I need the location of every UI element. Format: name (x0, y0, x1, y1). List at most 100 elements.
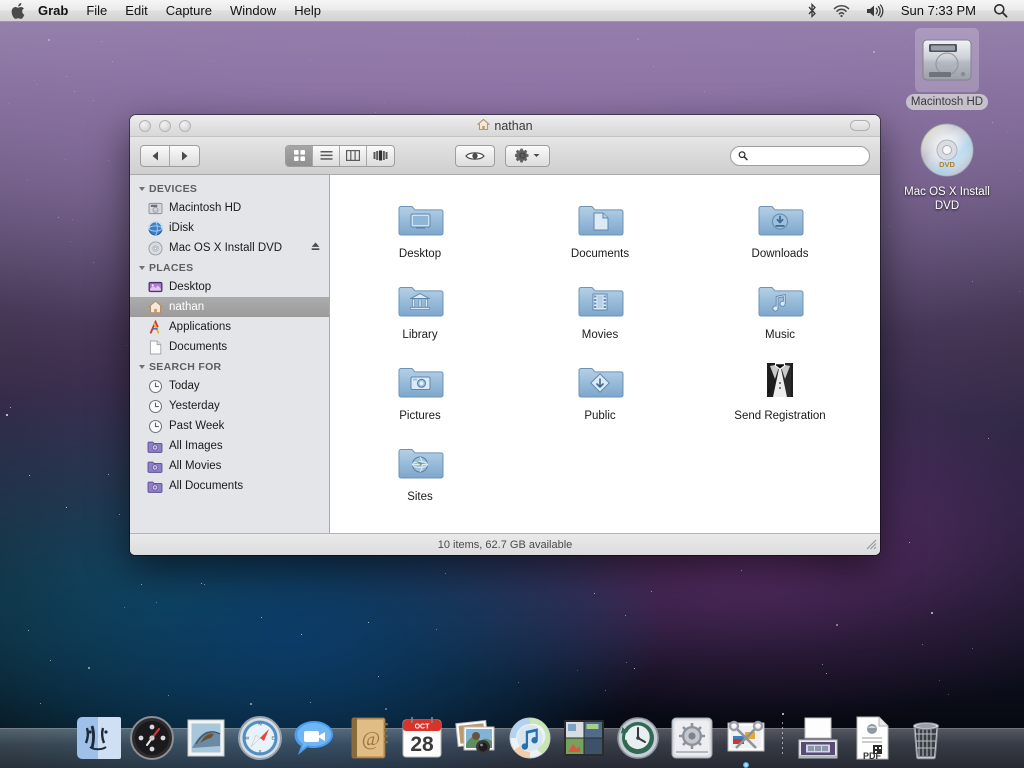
list-view-button[interactable] (313, 146, 340, 166)
finder-sidebar[interactable]: DEVICES Macintosh HD iDisk Mac OS X Install… (130, 175, 330, 533)
dock-item-trash[interactable] (902, 714, 950, 762)
menubar-clock[interactable]: Sun 7:33 PM (893, 0, 984, 21)
hard-disk-icon (915, 28, 979, 92)
wifi-icon[interactable] (826, 4, 857, 18)
dock[interactable]: NESW @OCT28 PDF (0, 694, 1024, 768)
forward-button[interactable] (170, 146, 199, 166)
sidebar-item-documents[interactable]: Documents (130, 337, 329, 357)
menu-edit[interactable]: Edit (116, 0, 156, 21)
menu-capture[interactable]: Capture (157, 0, 221, 21)
dock-item-address-book[interactable]: @ (344, 714, 392, 762)
finder-item-label: Desktop (330, 248, 510, 260)
menu-file[interactable]: File (77, 0, 116, 21)
sidebar-group-search-for[interactable]: SEARCH FOR (130, 357, 329, 376)
smart-folder-icon (147, 478, 163, 494)
dock-item-time-machine[interactable] (614, 714, 662, 762)
sidebar-item-yesterday[interactable]: Yesterday (130, 396, 329, 416)
menu-window[interactable]: Window (221, 0, 285, 21)
finder-item-label: Public (510, 410, 690, 422)
zoom-button[interactable] (179, 120, 191, 132)
dock-item-itunes[interactable] (506, 714, 554, 762)
finder-item-desktop[interactable]: Desktop (330, 189, 510, 270)
quicklook-button[interactable] (455, 145, 495, 167)
desktop-icon-install-dvd[interactable]: DVD Mac OS X Install DVD (895, 118, 999, 214)
close-button[interactable] (139, 120, 151, 132)
resize-grip[interactable] (864, 537, 877, 553)
sidebar-item-all-movies[interactable]: All Movies (130, 456, 329, 476)
finder-item-music[interactable]: Music (690, 270, 870, 351)
finder-item-send-registration[interactable]: Send Registration (690, 351, 870, 432)
dock-item-iphoto[interactable] (452, 714, 500, 762)
finder-item-label: Send Registration (690, 410, 870, 422)
sidebar-item-applications[interactable]: Applications (130, 317, 329, 337)
dock-item-ical[interactable]: OCT28 (398, 714, 446, 762)
sidebar-item-label: Macintosh HD (169, 202, 241, 214)
sidebar-item-label: iDisk (169, 222, 194, 234)
action-button[interactable] (505, 145, 550, 167)
window-titlebar[interactable]: nathan (130, 115, 880, 137)
volume-icon[interactable] (859, 4, 891, 18)
sidebar-group-label: PLACES (149, 262, 193, 274)
coverflow-view-button[interactable] (367, 146, 394, 166)
sidebar-group-places[interactable]: PLACES (130, 258, 329, 277)
disclosure-triangle-icon[interactable] (139, 187, 145, 191)
menu-app-name[interactable]: Grab (38, 0, 77, 21)
search-input[interactable] (752, 150, 862, 162)
sidebar-item-past-week[interactable]: Past Week (130, 416, 329, 436)
disclosure-triangle-icon[interactable] (139, 365, 145, 369)
sidebar-item-macintosh-hd[interactable]: Macintosh HD (130, 198, 329, 218)
menu-help[interactable]: Help (285, 0, 330, 21)
dock-item-spaces[interactable] (560, 714, 608, 762)
sidebar-item-all-images[interactable]: All Images (130, 436, 329, 456)
clock-icon (147, 398, 163, 414)
sidebar-item-all-documents[interactable]: All Documents (130, 476, 329, 496)
finder-content-area[interactable]: Desktop Documents Downloads (330, 175, 880, 533)
apple-logo-icon[interactable] (0, 3, 38, 19)
disclosure-triangle-icon[interactable] (139, 266, 145, 270)
finder-item-library[interactable]: Library (330, 270, 510, 351)
dock-item-grab[interactable] (722, 714, 770, 762)
search-icon[interactable] (986, 3, 1015, 18)
svg-text:OCT: OCT (415, 724, 431, 731)
dock-items[interactable]: NESW @OCT28 PDF (74, 714, 950, 768)
dock-item-mail[interactable] (182, 714, 230, 762)
finder-item-public[interactable]: Public (510, 351, 690, 432)
window-controls[interactable] (130, 120, 191, 132)
dock-item-safari[interactable]: NESW (236, 714, 284, 762)
finder-toolbar[interactable] (130, 137, 880, 175)
minimize-button[interactable] (159, 120, 171, 132)
sidebar-item-idisk[interactable]: iDisk (130, 218, 329, 238)
dock-item-dashboard[interactable] (128, 714, 176, 762)
sidebar-item-label: Documents (169, 341, 227, 353)
toolbar-toggle-button[interactable] (850, 120, 870, 131)
search-container[interactable] (730, 146, 870, 166)
sidebar-item-today[interactable]: Today (130, 376, 329, 396)
spaces-icon (560, 714, 608, 762)
finder-item-documents[interactable]: Documents (510, 189, 690, 270)
desktop-icon-macintosh-hd[interactable]: Macintosh HD (895, 28, 999, 110)
sidebar-item-mac-os-x-install-dvd[interactable]: Mac OS X Install DVD (130, 238, 329, 258)
finder-item-pictures[interactable]: Pictures (330, 351, 510, 432)
column-view-button[interactable] (340, 146, 367, 166)
icon-view-button[interactable] (286, 146, 313, 166)
dock-item-ichat[interactable] (290, 714, 338, 762)
search-field[interactable] (730, 146, 870, 166)
sidebar-item-label: All Documents (169, 480, 243, 492)
bluetooth-icon[interactable] (800, 3, 824, 18)
dock-item-pdf-document[interactable]: PDF (848, 714, 896, 762)
finder-window[interactable]: nathan (130, 115, 880, 555)
navigation-buttons[interactable] (140, 145, 200, 167)
view-mode-selector[interactable] (285, 145, 395, 167)
finder-item-movies[interactable]: Movies (510, 270, 690, 351)
eject-icon[interactable] (310, 241, 321, 255)
finder-item-sites[interactable]: Sites (330, 432, 510, 513)
dock-item-finder[interactable] (74, 714, 122, 762)
dock-item-system-preferences[interactable] (668, 714, 716, 762)
sidebar-item-label: Yesterday (169, 400, 220, 412)
finder-item-downloads[interactable]: Downloads (690, 189, 870, 270)
back-button[interactable] (141, 146, 170, 166)
sidebar-item-nathan[interactable]: nathan (130, 297, 329, 317)
sidebar-group-devices[interactable]: DEVICES (130, 179, 329, 198)
dock-item-screen-shot[interactable] (794, 714, 842, 762)
sidebar-item-desktop[interactable]: Desktop (130, 277, 329, 297)
